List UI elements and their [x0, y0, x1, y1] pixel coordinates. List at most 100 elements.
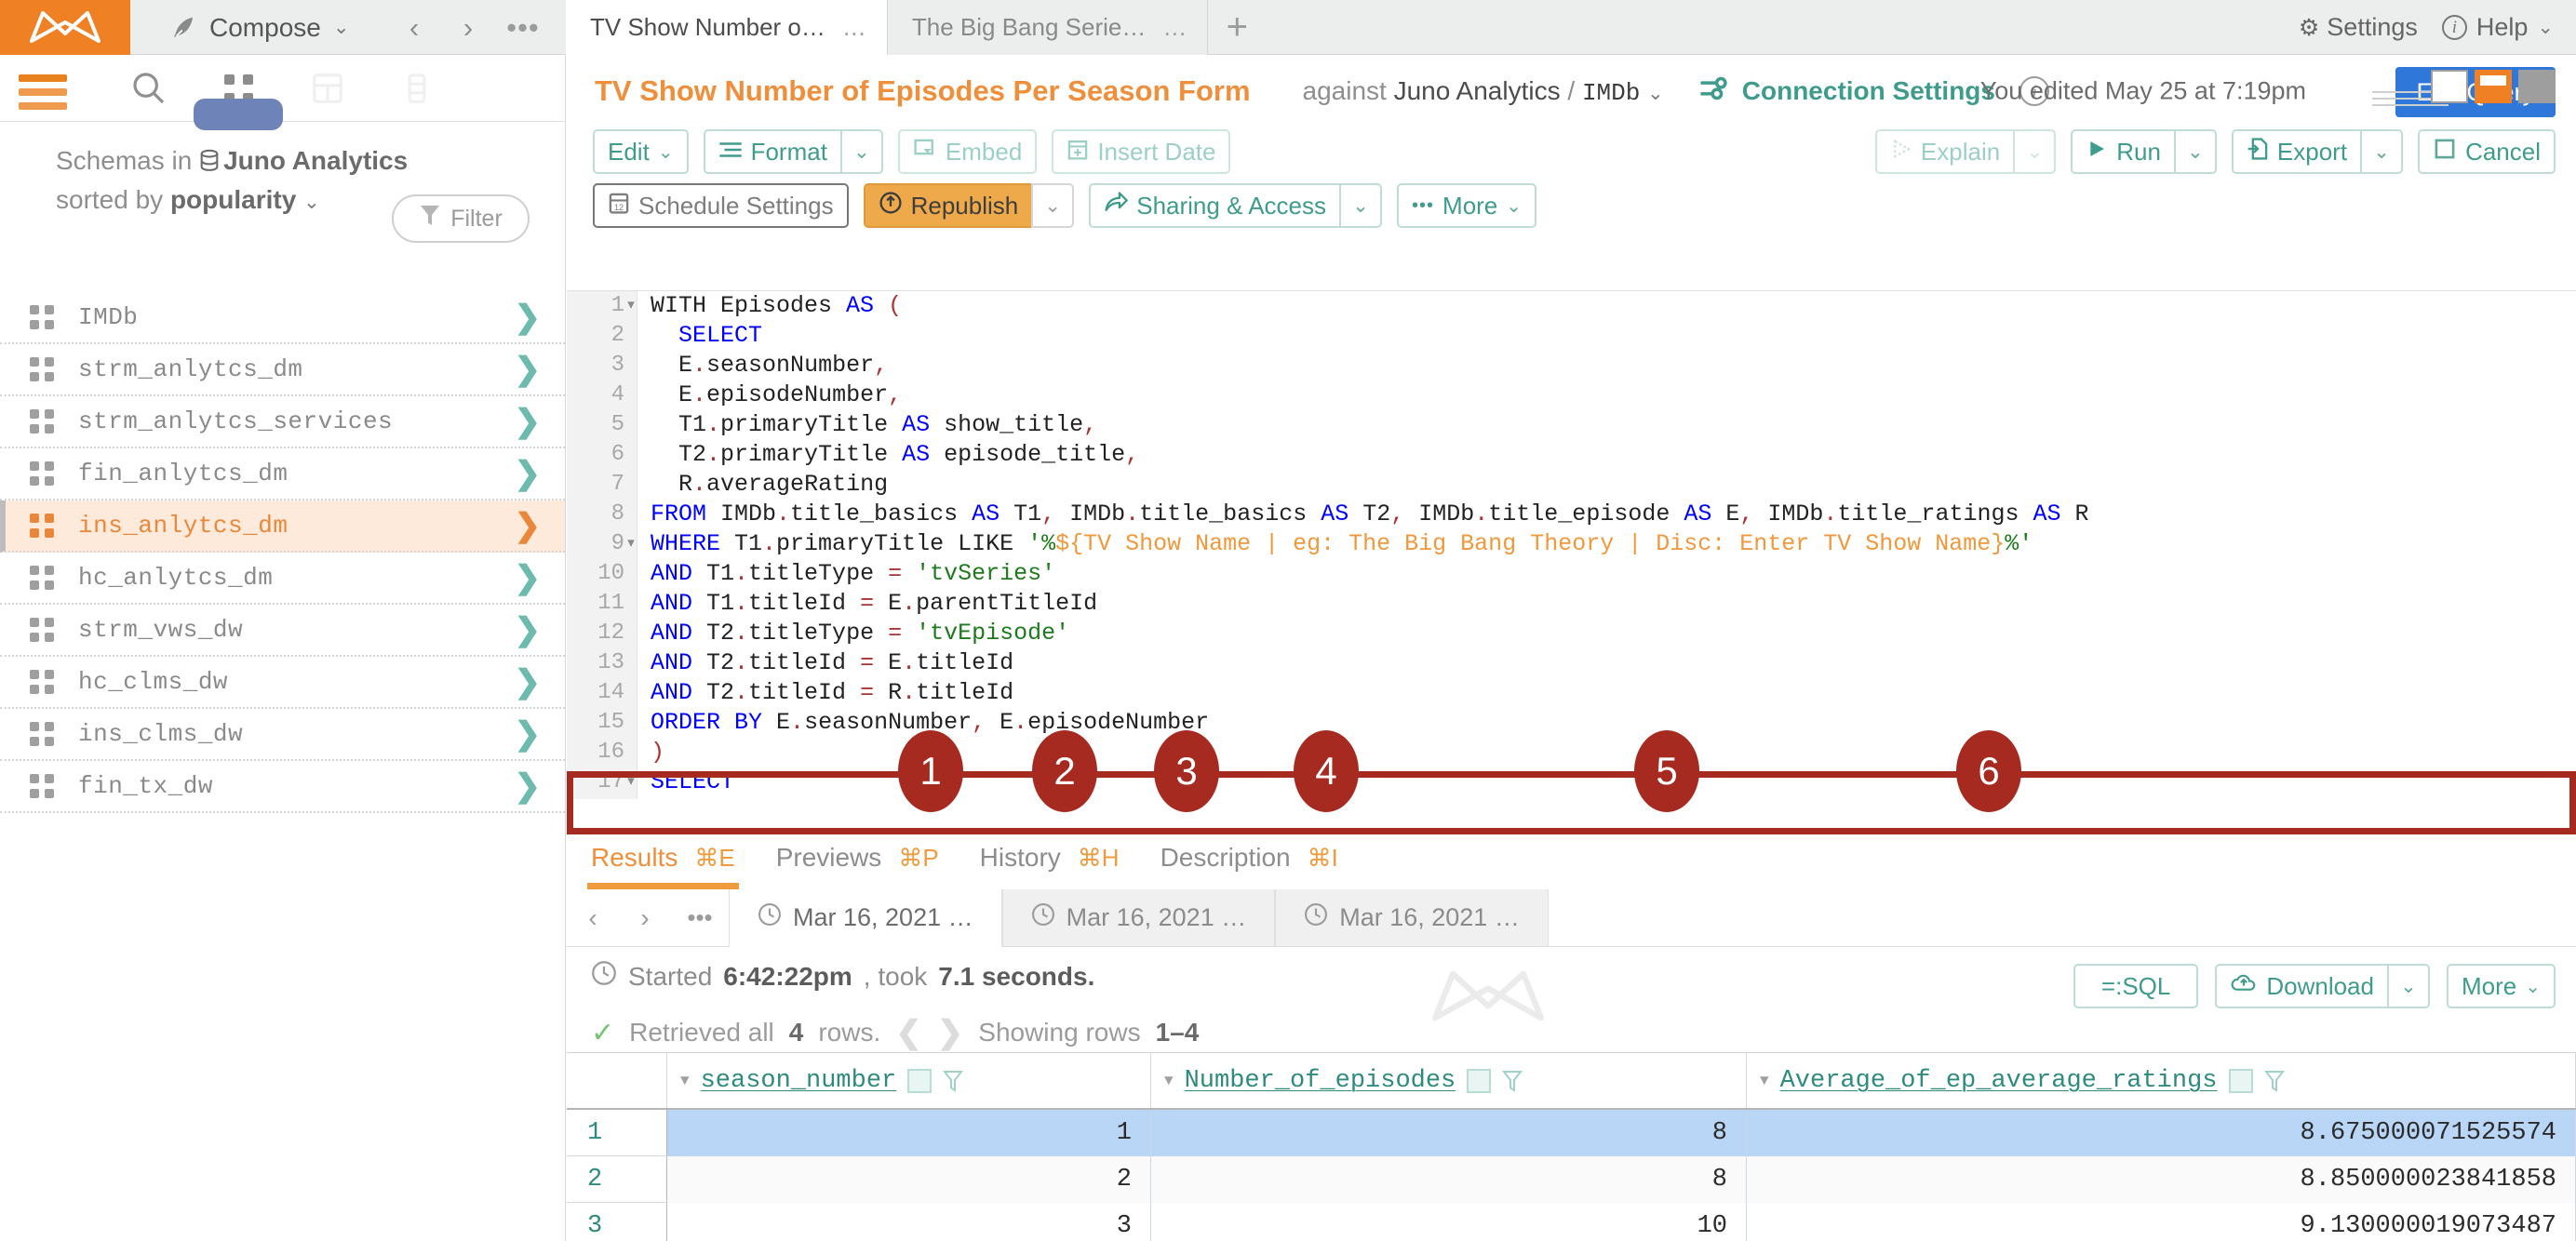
code-line-10[interactable]: 10 AND T1.titleType = 'tvSeries' — [567, 559, 2576, 589]
fold-toggle-icon[interactable]: ▾ — [624, 767, 637, 797]
table-row[interactable]: 1 1 8 8.675000071525574 — [567, 1110, 2576, 1156]
chevron-right-icon[interactable]: ❯ — [515, 507, 542, 544]
chevron-right-icon[interactable]: ❯ — [515, 351, 542, 388]
sort-caret-icon[interactable]: ▼ — [680, 1073, 690, 1089]
code-line-16[interactable]: 16) — [567, 738, 2576, 767]
document-tab-0[interactable]: TV Show Number o… … — [566, 0, 888, 55]
history-tab-1[interactable]: Mar 16, 2021 … — [1001, 889, 1276, 946]
tab-menu-icon[interactable]: … — [842, 13, 866, 42]
download-dropdown-toggle[interactable]: ⌄ — [2386, 964, 2430, 1008]
tab-history[interactable]: History ⌘H — [980, 826, 1120, 889]
connection-settings-button[interactable]: Connection Settings — [1699, 74, 1995, 109]
page-next-icon[interactable]: ❯ — [937, 1014, 964, 1051]
sidebar-item-strm_anlytcs_services[interactable]: strm_anlytcs_services ❯ — [0, 396, 565, 448]
tab-results[interactable]: Results ⌘E — [587, 826, 739, 889]
run-dropdown-toggle[interactable]: ⌄ — [2173, 129, 2217, 174]
history-next-button[interactable]: › — [619, 889, 671, 946]
view-filled-button[interactable] — [2518, 70, 2556, 103]
search-icon[interactable] — [104, 55, 194, 122]
sidebar-item-strm_anlytcs_dm[interactable]: strm_anlytcs_dm ❯ — [0, 344, 565, 396]
schedule-settings-button[interactable]: 12 Schedule Settings — [593, 183, 849, 228]
code-line-13[interactable]: 13 AND T2.titleId = E.titleId — [567, 648, 2576, 678]
sharing-access-button[interactable]: Sharing & Access — [1089, 183, 1340, 228]
table-cell[interactable]: 8 — [1151, 1156, 1747, 1203]
sharing-access-dropdown-toggle[interactable]: ⌄ — [1339, 183, 1383, 228]
compose-menu[interactable]: Compose ⌄ — [169, 0, 349, 55]
column-stats-icon[interactable] — [2228, 1068, 2253, 1093]
chevron-right-icon[interactable]: ❯ — [515, 403, 542, 440]
table-cell[interactable]: 1 — [667, 1110, 1151, 1156]
document-tab-1[interactable]: The Big Bang Serie… … — [887, 0, 1209, 55]
columns-icon[interactable] — [372, 55, 462, 122]
sidebar-item-ins_anlytcs_dm[interactable]: ins_anlytcs_dm ❯ — [0, 500, 565, 553]
code-line-12[interactable]: 12 AND T2.titleType = 'tvEpisode' — [567, 619, 2576, 648]
explain-button[interactable]: Explain — [1874, 129, 2014, 174]
insert-date-button[interactable]: Insert Date — [1052, 129, 1231, 174]
code-line-11[interactable]: 11 AND T1.titleId = E.parentTitleId — [567, 589, 2576, 619]
chevron-right-icon[interactable]: ❯ — [515, 663, 542, 701]
filter-button[interactable]: Filter — [392, 194, 530, 243]
column-header-Number_of_episodes[interactable]: ▼ Number_of_episodes — [1151, 1053, 1747, 1108]
tab-description[interactable]: Description ⌘I — [1161, 826, 1338, 889]
sidebar-item-strm_vws_dw[interactable]: strm_vws_dw ❯ — [0, 605, 565, 657]
nav-back-button[interactable]: ‹ — [391, 0, 437, 55]
fold-toggle-icon[interactable]: ▾ — [624, 291, 637, 321]
sidebar-item-imdb[interactable]: IMDb ❯ — [0, 292, 565, 344]
embed-button[interactable]: Embed — [897, 129, 1038, 174]
column-stats-icon[interactable] — [907, 1068, 932, 1093]
table-cell[interactable]: 10 — [1151, 1203, 1747, 1241]
table-cell[interactable]: 2 — [667, 1156, 1151, 1203]
sql-code[interactable]: 1 ▾ WITH Episodes AS (2 SELECT 3 E.seasonNu… — [567, 291, 2576, 799]
tab-menu-icon[interactable]: … — [1162, 13, 1187, 42]
republish-dropdown-toggle[interactable]: ⌄ — [1031, 183, 1075, 228]
code-line-17[interactable]: 17 ▾ SELECT — [567, 767, 2576, 797]
code-line-9[interactable]: 9 ▾ WHERE T1.primaryTitle LIKE '%${TV Show… — [567, 529, 2576, 559]
page-prev-icon[interactable]: ❮ — [895, 1014, 922, 1051]
chevron-right-icon[interactable]: ❯ — [515, 611, 542, 648]
sidebar-item-fin_anlytcs_dm[interactable]: fin_anlytcs_dm ❯ — [0, 448, 565, 500]
results-more-button[interactable]: More ⌄ — [2446, 964, 2556, 1008]
column-filter-icon[interactable] — [1502, 1070, 1523, 1092]
table-row[interactable]: 3 3 10 9.130000019073487 — [567, 1203, 2576, 1241]
nav-forward-button[interactable]: › — [445, 0, 491, 55]
column-stats-icon[interactable] — [1467, 1068, 1492, 1093]
history-prev-button[interactable]: ‹ — [567, 889, 619, 946]
code-line-2[interactable]: 2 SELECT — [567, 321, 2576, 351]
chevron-right-icon[interactable]: ❯ — [515, 559, 542, 596]
column-header-Average_of_ep_average_ratings[interactable]: ▼ Average_of_ep_average_ratings — [1747, 1053, 2576, 1108]
ellipsis-icon[interactable]: ••• — [497, 0, 549, 55]
code-line-15[interactable]: 15 ORDER BY E.seasonNumber, E.episodeNumb… — [567, 708, 2576, 738]
new-tab-button[interactable]: + — [1208, 0, 1266, 55]
code-line-4[interactable]: 4 E.episodeNumber, — [567, 380, 2576, 410]
column-header-season_number[interactable]: ▼ season_number — [667, 1053, 1151, 1108]
view-split-highlight-button[interactable] — [2475, 70, 2512, 103]
code-line-8[interactable]: 8 FROM IMDb.title_basics AS T1, IMDb.titl… — [567, 500, 2576, 529]
code-line-7[interactable]: 7 R.averageRating — [567, 470, 2576, 500]
format-button[interactable]: Format — [703, 129, 840, 174]
view-plain-button[interactable] — [2431, 70, 2468, 103]
table-cell[interactable]: 9.130000019073487 — [1747, 1203, 2576, 1241]
more-button[interactable]: ••• More ⌄ — [1397, 183, 1537, 228]
table-cell[interactable]: 8.675000071525574 — [1747, 1110, 2576, 1156]
chevron-right-icon[interactable]: ❯ — [515, 455, 542, 492]
fold-toggle-icon[interactable]: ▾ — [624, 529, 637, 559]
code-line-18[interactable]: 18 Episodes.show_title, — [567, 797, 2576, 799]
table-cell[interactable]: 8.850000023841858 — [1747, 1156, 2576, 1203]
code-line-3[interactable]: 3 E.seasonNumber, — [567, 351, 2576, 380]
tables-icon[interactable] — [283, 55, 372, 122]
edit-button[interactable]: Edit ⌄ — [593, 129, 689, 174]
query-source[interactable]: against Juno Analytics / IMDb ⌄ — [1303, 76, 1664, 107]
table-row[interactable]: 2 2 8 8.850000023841858 — [567, 1156, 2576, 1203]
sort-caret-icon[interactable]: ▼ — [1164, 1073, 1174, 1089]
column-filter-icon[interactable] — [2263, 1070, 2285, 1092]
code-line-6[interactable]: 6 T2.primaryTitle AS episode_title, — [567, 440, 2576, 470]
chevron-right-icon[interactable]: ❯ — [515, 715, 542, 753]
sort-caret-icon[interactable]: ▼ — [1760, 1073, 1769, 1089]
chevron-right-icon[interactable]: ❯ — [515, 299, 542, 336]
code-line-5[interactable]: 5 T1.primaryTitle AS show_title, — [567, 410, 2576, 440]
history-tab-0[interactable]: Mar 16, 2021 … — [729, 889, 1002, 947]
run-button[interactable]: Run — [2071, 129, 2174, 174]
sql-editor[interactable]: 1 ▾ WITH Episodes AS (2 SELECT 3 E.seasonNu… — [567, 290, 2576, 799]
history-tab-2[interactable]: Mar 16, 2021 … — [1275, 889, 1549, 946]
sidebar-item-hc_anlytcs_dm[interactable]: hc_anlytcs_dm ❯ — [0, 553, 565, 605]
